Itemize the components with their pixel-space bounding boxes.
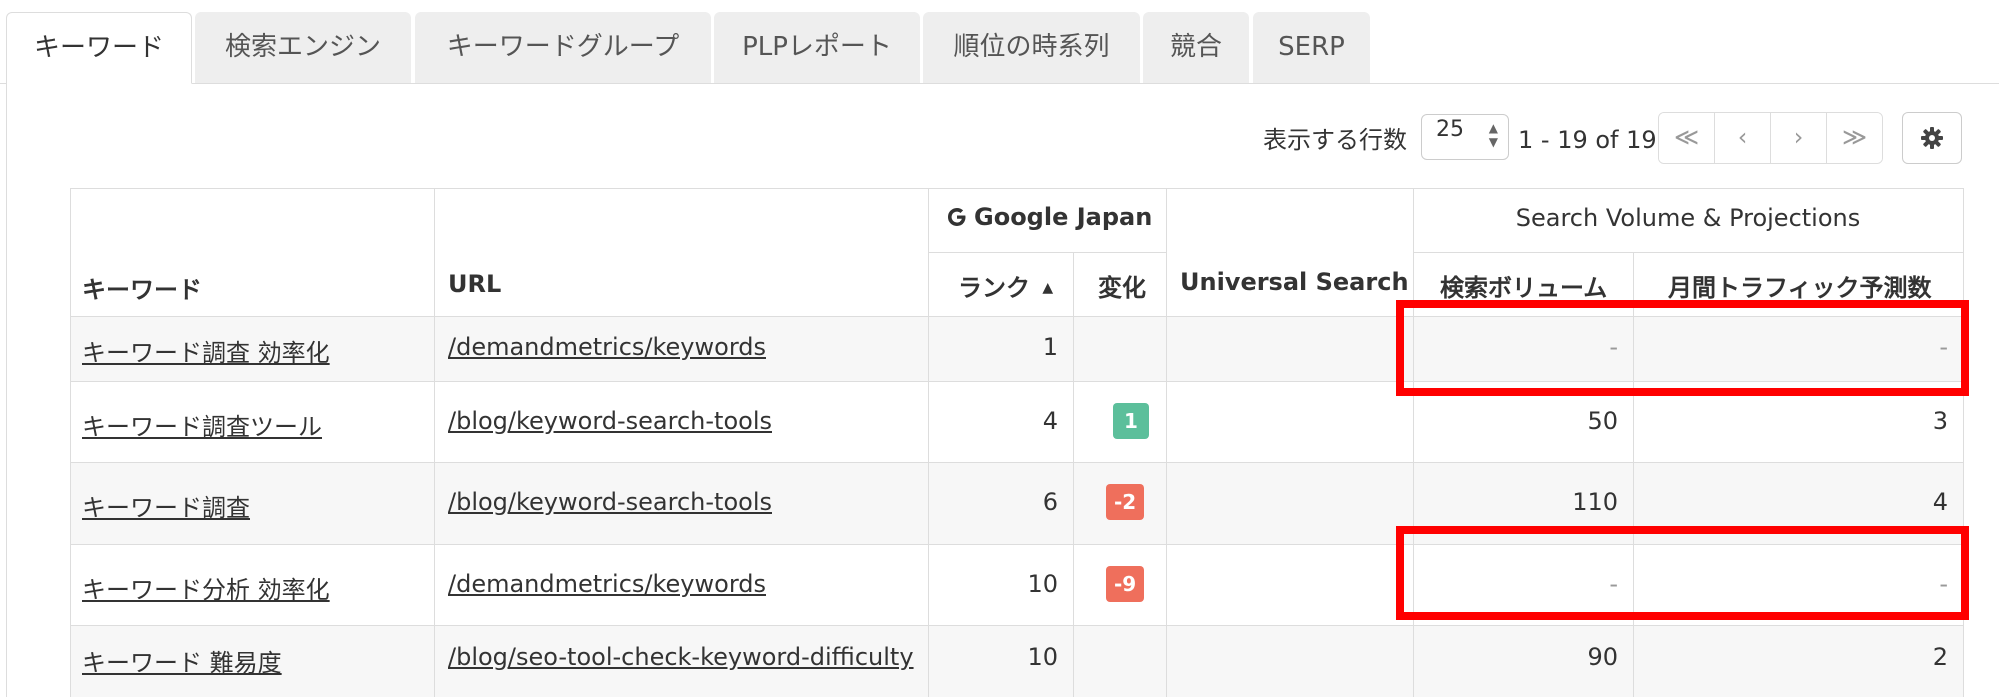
highlight-box — [1396, 526, 1969, 620]
search-volume-value: 110 — [1572, 488, 1618, 516]
search-volume-value: 50 — [1587, 407, 1618, 435]
traffic-projection-value: 2 — [1932, 643, 1948, 671]
column-header-traffic-projection[interactable]: 月間トラフィック予測数 — [1668, 268, 1932, 303]
table-border — [1073, 252, 1074, 697]
engine-group-label: Google Japan — [974, 203, 1153, 231]
table-border — [1166, 188, 1167, 697]
rank-change-badge: 1 — [1113, 403, 1149, 439]
table-border — [1413, 252, 1963, 253]
traffic-projection-value: 4 — [1932, 488, 1948, 516]
column-header-change[interactable]: 変化 — [1098, 268, 1146, 303]
traffic-projection-value: 3 — [1932, 407, 1948, 435]
url-link[interactable]: /blog/keyword-search-tools — [448, 407, 772, 435]
keyword-link[interactable]: キーワード 難易度 — [82, 643, 282, 678]
rank-change-badge: -9 — [1106, 566, 1145, 602]
url-link[interactable]: /blog/keyword-search-tools — [448, 488, 772, 516]
rank-value: 6 — [1042, 488, 1058, 516]
rank-header-label: ランク — [958, 274, 1030, 302]
keyword-link[interactable]: キーワード調査ツール — [82, 407, 322, 442]
google-g-icon — [948, 208, 966, 226]
search-volume-value: 90 — [1587, 643, 1618, 671]
table-border — [70, 625, 1963, 626]
column-header-search-volume[interactable]: 検索ボリューム — [1440, 268, 1607, 303]
rank-value: 4 — [1042, 407, 1058, 435]
table-border — [1413, 188, 1414, 697]
table-border — [928, 252, 1166, 253]
url-link[interactable]: /demandmetrics/keywords — [448, 333, 766, 361]
keyword-link[interactable]: キーワード分析 効率化 — [82, 570, 330, 605]
keyword-link[interactable]: キーワード調査 効率化 — [82, 333, 330, 368]
url-link[interactable]: /demandmetrics/keywords — [448, 570, 766, 598]
table-border — [434, 188, 435, 697]
url-link[interactable]: /blog/seo-tool-check-keyword-difficulty — [448, 643, 914, 671]
table-border — [928, 188, 929, 697]
rank-change-badge: -2 — [1106, 484, 1145, 520]
column-header-universal-search[interactable]: Universal Search — [1180, 268, 1409, 296]
volume-group-header: Search Volume & Projections — [1515, 204, 1861, 232]
sort-up-icon: ▲ — [1042, 280, 1054, 296]
rank-value: 1 — [1042, 333, 1058, 361]
table-border — [70, 462, 1963, 463]
engine-group-header: Google Japan — [946, 203, 1152, 231]
column-header-rank[interactable]: ランク ▲ — [958, 268, 1053, 303]
column-header-keyword[interactable]: キーワード — [82, 270, 202, 305]
rank-value: 10 — [1027, 643, 1058, 671]
highlight-box — [1396, 300, 1969, 396]
rank-value: 10 — [1027, 570, 1058, 598]
table-border — [70, 188, 71, 697]
column-header-url[interactable]: URL — [448, 270, 501, 298]
table-border — [1963, 188, 1964, 697]
table-border — [70, 188, 1963, 189]
keyword-link[interactable]: キーワード調査 — [82, 488, 250, 523]
